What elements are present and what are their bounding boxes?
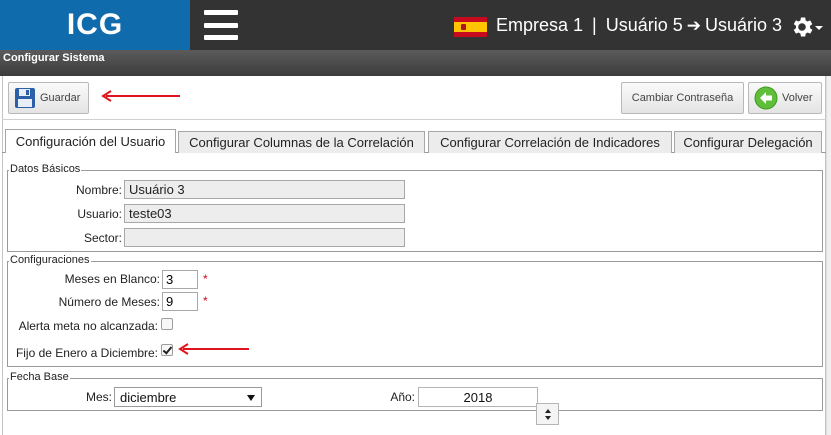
year-spinner[interactable] — [536, 403, 559, 425]
username-label: Usuario: — [77, 207, 122, 221]
tab-label: Configuración del Usuario — [15, 134, 166, 149]
configurations-legend: Configuraciones — [9, 254, 91, 266]
red-annotation-arrow-save — [101, 90, 180, 102]
tab-delegation[interactable]: Configurar Delegación — [674, 131, 822, 153]
user-context: Empresa 1 | Usuário 5 ➔ Usuário 3 — [496, 15, 782, 36]
original-user: Usuário 5 — [605, 15, 683, 35]
alert-goal-label: Alerta meta no alcanzada: — [18, 319, 158, 333]
tab-correlation-columns[interactable]: Configurar Columnas de la Correlación — [178, 131, 425, 153]
page-title: Configurar Sistema — [0, 50, 831, 76]
tab-label: Configurar Columnas de la Correlación — [189, 135, 414, 150]
back-button[interactable]: Volver — [748, 82, 822, 114]
sector-label: Sector: — [83, 231, 122, 245]
tab-user-configuration[interactable]: Configuración del Usuario — [5, 129, 176, 153]
save-button[interactable]: Guardar — [8, 82, 89, 114]
spain-flag-icon[interactable] — [454, 17, 487, 37]
months-count-input[interactable]: 9 — [162, 292, 198, 311]
company-name[interactable]: Empresa 1 — [496, 15, 583, 36]
save-button-label: Guardar — [40, 92, 81, 104]
username-field[interactable]: teste03 — [124, 204, 405, 223]
spinner-up-icon[interactable] — [544, 408, 551, 413]
change-password-button[interactable]: Cambiar Contraseña — [621, 82, 744, 114]
tab-label: Configurar Delegación — [683, 135, 813, 150]
sector-field[interactable] — [124, 228, 405, 247]
impersonated-user[interactable]: Usuário 3 — [705, 15, 782, 36]
fixed-jan-dec-checkbox[interactable] — [161, 344, 173, 356]
red-annotation-arrow-checkbox — [178, 343, 249, 355]
month-label: Mes: — [85, 390, 112, 404]
change-password-label: Cambiar Contraseña — [631, 92, 734, 104]
back-button-label: Volver — [782, 92, 813, 104]
arrow-right-icon: ➔ — [686, 15, 702, 35]
gear-icon[interactable] — [786, 14, 818, 40]
context-separator: | — [592, 15, 597, 35]
base-date-legend: Fecha Base — [9, 371, 70, 383]
months-count-required-mark: * — [203, 294, 208, 308]
top-header: ICG Empresa 1 | Usuário 5 ➔ Usuário 3 — [0, 0, 831, 50]
year-label: Año: — [390, 390, 415, 404]
tab-indicator-correlation[interactable]: Configurar Correlación de Indicadores — [428, 131, 672, 153]
spinner-down-icon[interactable] — [544, 415, 551, 420]
vertical-scrollbar[interactable] — [826, 76, 831, 435]
name-field[interactable]: Usuário 3 — [124, 180, 405, 199]
blank-months-input[interactable]: 3 — [162, 270, 198, 289]
back-arrow-icon — [754, 86, 778, 110]
hamburger-menu-icon[interactable] — [204, 10, 238, 40]
fixed-jan-dec-label: Fijo de Enero a Diciembre: — [15, 346, 158, 360]
gear-dropdown-caret-icon[interactable] — [815, 26, 823, 30]
name-label: Nombre: — [75, 183, 122, 197]
month-select-value: diciembre — [120, 389, 177, 405]
year-input[interactable]: 2018 — [418, 387, 538, 407]
months-count-label: Número de Meses: — [58, 295, 160, 309]
blank-months-required-mark: * — [203, 272, 208, 286]
tab-label: Configurar Correlación de Indicadores — [440, 135, 660, 150]
blank-months-label: Meses en Blanco: — [64, 272, 160, 286]
month-select[interactable]: diciembre — [114, 387, 262, 407]
alert-goal-checkbox[interactable] — [161, 318, 173, 330]
floppy-disk-icon — [15, 88, 35, 108]
app-logo[interactable]: ICG — [0, 0, 190, 50]
basic-data-legend: Datos Básicos — [9, 163, 82, 175]
chevron-down-icon — [247, 395, 255, 401]
